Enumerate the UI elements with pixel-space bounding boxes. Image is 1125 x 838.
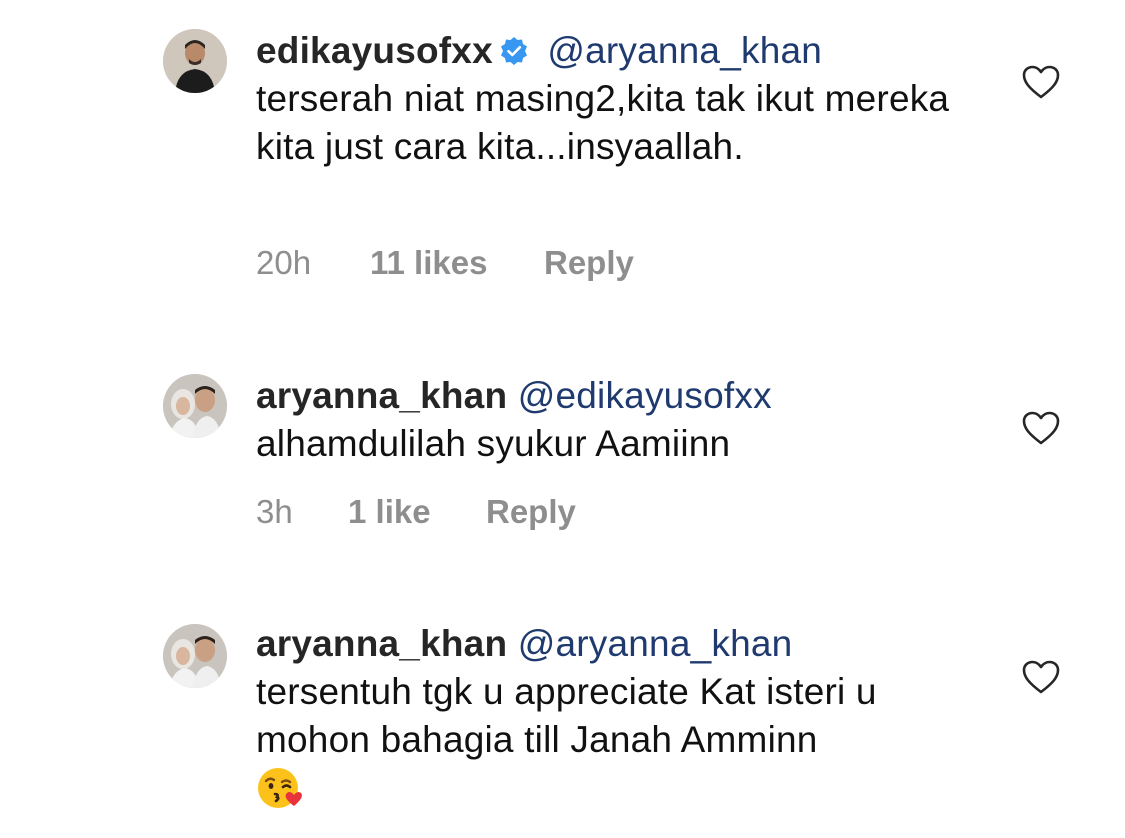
likes-count[interactable]: 1 like bbox=[348, 493, 431, 531]
username[interactable]: aryanna_khan bbox=[256, 623, 507, 664]
comment-body: edikayusofxx @aryanna_khan terserah niat… bbox=[256, 27, 986, 171]
comment-body: aryanna_khan @aryanna_khan tersentuh tgk… bbox=[256, 620, 986, 814]
verified-badge-icon bbox=[500, 37, 527, 65]
comment-text: alhamdulilah syukur Aamiinn bbox=[256, 423, 731, 464]
mention-link[interactable]: @edikayusofxx bbox=[518, 375, 772, 416]
timestamp: 20h bbox=[256, 244, 312, 281]
likes-count[interactable]: 11 likes bbox=[370, 244, 487, 282]
comment-text: terserah niat masing2,kita tak ikut mere… bbox=[256, 78, 950, 167]
comment-body: aryanna_khan @edikayusofxx alhamdulilah … bbox=[256, 372, 986, 468]
avatar-photo-icon bbox=[163, 29, 227, 93]
kissing-face-with-heart-emoji-icon bbox=[258, 768, 302, 808]
avatar-photo-icon bbox=[163, 374, 227, 438]
like-heart-icon[interactable] bbox=[1021, 64, 1061, 100]
reply-button[interactable]: Reply bbox=[486, 493, 576, 531]
avatar[interactable] bbox=[163, 374, 227, 438]
username[interactable]: edikayusofxx bbox=[256, 30, 493, 71]
comment-text: tersentuh tgk u appreciate Kat isteri u … bbox=[256, 671, 877, 760]
mention-link[interactable]: @aryanna_khan bbox=[518, 623, 793, 664]
avatar-photo-icon bbox=[163, 624, 227, 688]
reply-button[interactable]: Reply bbox=[544, 244, 634, 282]
like-heart-icon[interactable] bbox=[1021, 410, 1061, 446]
username[interactable]: aryanna_khan bbox=[256, 375, 507, 416]
avatar[interactable] bbox=[163, 624, 227, 688]
avatar[interactable] bbox=[163, 29, 227, 93]
mention-link[interactable]: @aryanna_khan bbox=[547, 30, 822, 71]
timestamp: 3h bbox=[256, 493, 293, 530]
like-heart-icon[interactable] bbox=[1021, 659, 1061, 695]
